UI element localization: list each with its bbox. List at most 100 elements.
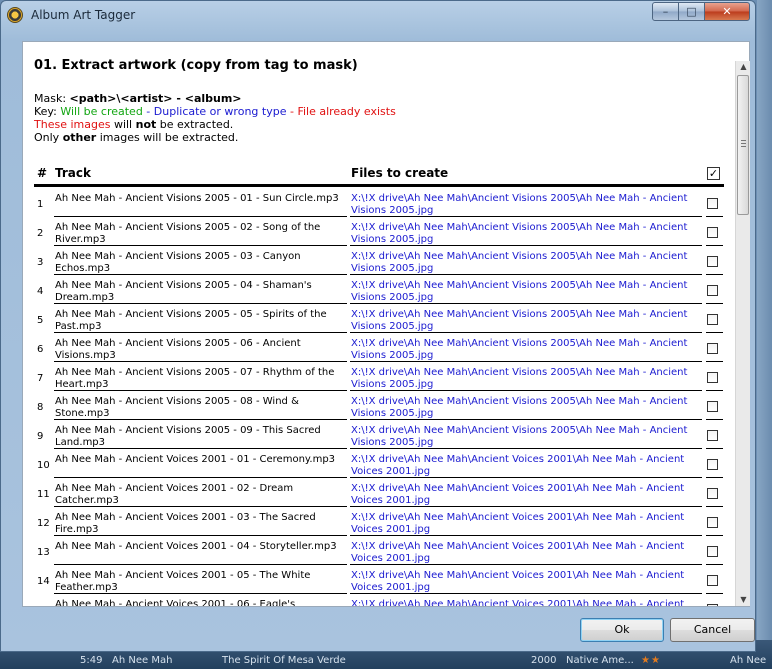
row-checkbox[interactable] xyxy=(707,546,718,557)
row-checkbox[interactable] xyxy=(707,459,718,470)
mask-label: Mask: xyxy=(34,92,70,105)
row-divider xyxy=(350,506,702,507)
row-checkbox[interactable] xyxy=(707,198,718,209)
mask-line: Mask: <path>\<artist> - <album> xyxy=(34,92,242,105)
row-divider xyxy=(706,535,723,536)
row-divider xyxy=(706,216,723,217)
row-checkbox[interactable] xyxy=(707,430,718,441)
close-button[interactable]: ✕ xyxy=(704,2,750,21)
window-title: Album Art Tagger xyxy=(31,8,136,22)
row-track-name: Ah Nee Mah - Ancient Visions 2005 - 07 -… xyxy=(55,367,335,390)
key-will-be-created: Will be created xyxy=(60,105,143,118)
table-row[interactable]: 4 Ah Nee Mah - Ancient Visions 2005 - 04 … xyxy=(34,276,724,305)
row-checkbox[interactable] xyxy=(707,227,718,238)
table-row[interactable]: 14 Ah Nee Mah - Ancient Voices 2001 - 05 … xyxy=(34,566,724,595)
row-track-name: Ah Nee Mah - Ancient Visions 2005 - 02 -… xyxy=(55,222,321,245)
row-divider xyxy=(350,361,702,362)
row-divider xyxy=(54,535,347,536)
row-checkbox[interactable] xyxy=(707,343,718,354)
title-bar[interactable]: Album Art Tagger – □ ✕ xyxy=(1,1,757,31)
column-header-files[interactable]: Files to create xyxy=(351,166,448,180)
table-row[interactable]: 2 Ah Nee Mah - Ancient Visions 2005 - 02 … xyxy=(34,218,724,247)
cancel-label: Cancel xyxy=(693,623,732,636)
row-file-path: X:\!X drive\Ah Nee Mah\Ancient Voices 20… xyxy=(351,512,685,535)
row-divider xyxy=(350,477,702,478)
row-divider xyxy=(54,361,347,362)
table-row[interactable]: 15 Ah Nee Mah - Ancient Voices 2001 - 06 … xyxy=(34,595,724,606)
maximize-button[interactable]: □ xyxy=(678,2,705,21)
table-row[interactable]: 7 Ah Nee Mah - Ancient Visions 2005 - 07 … xyxy=(34,363,724,392)
row-divider xyxy=(54,477,347,478)
note-not-extracted: These images will not be extracted. xyxy=(34,118,233,131)
table-row[interactable]: 8 Ah Nee Mah - Ancient Visions 2005 - 08 … xyxy=(34,392,724,421)
select-all-checkbox[interactable]: ✓ xyxy=(707,167,720,180)
row-divider xyxy=(54,506,347,507)
row-checkbox[interactable] xyxy=(707,285,718,296)
row-number: 2 xyxy=(37,228,44,239)
row-checkbox[interactable] xyxy=(707,604,718,606)
table-row[interactable]: 9 Ah Nee Mah - Ancient Visions 2005 - 09 … xyxy=(34,421,724,450)
row-divider xyxy=(706,448,723,449)
row-divider xyxy=(706,419,723,420)
key-label: Key: xyxy=(34,105,61,118)
bg-title: The Spirit Of Mesa Verde xyxy=(222,655,346,666)
row-divider xyxy=(54,419,347,420)
bg-year: 2000 xyxy=(531,655,557,666)
row-divider xyxy=(350,332,702,333)
scroll-up-arrow-icon[interactable]: ▲ xyxy=(737,61,750,73)
note2-end: images will be extracted. xyxy=(96,131,239,144)
minimize-button[interactable]: – xyxy=(652,2,679,21)
row-checkbox[interactable] xyxy=(707,488,718,499)
row-checkbox[interactable] xyxy=(707,372,718,383)
key-sep2: - xyxy=(286,105,298,118)
table-row[interactable]: 13 Ah Nee Mah - Ancient Voices 2001 - 04 … xyxy=(34,537,724,566)
table-row[interactable]: 5 Ah Nee Mah - Ancient Visions 2005 - 05 … xyxy=(34,305,724,334)
scrollbar-thumb[interactable] xyxy=(737,75,749,215)
column-header-track[interactable]: Track xyxy=(55,166,91,180)
row-file-path: X:\!X drive\Ah Nee Mah\Ancient Voices 20… xyxy=(351,541,685,564)
row-divider xyxy=(54,303,347,304)
bg-time: 5:49 xyxy=(80,655,103,666)
row-track-name: Ah Nee Mah - Ancient Voices 2001 - 05 - … xyxy=(55,570,311,593)
scroll-down-arrow-icon[interactable]: ▼ xyxy=(737,594,750,606)
cancel-button[interactable]: Cancel xyxy=(670,618,755,642)
row-checkbox[interactable] xyxy=(707,517,718,528)
row-number: 5 xyxy=(37,315,44,326)
background-window-edge xyxy=(757,0,772,640)
row-divider xyxy=(706,361,723,362)
note2-bold: other xyxy=(62,131,97,144)
row-divider xyxy=(706,593,723,594)
row-checkbox[interactable] xyxy=(707,401,718,412)
row-track-name: Ah Nee Mah - Ancient Visions 2005 - 04 -… xyxy=(55,280,312,303)
row-divider xyxy=(54,390,347,391)
key-line: Key: Will be created - Duplicate or wron… xyxy=(34,105,396,118)
row-checkbox[interactable] xyxy=(707,314,718,325)
row-file-path: X:\!X drive\Ah Nee Mah\Ancient Voices 20… xyxy=(351,570,685,593)
table-row[interactable]: 6 Ah Nee Mah - Ancient Visions 2005 - 06 … xyxy=(34,334,724,363)
row-checkbox[interactable] xyxy=(707,575,718,586)
row-divider xyxy=(350,448,702,449)
row-divider xyxy=(54,564,347,565)
page-title: 01. Extract artwork (copy from tag to ma… xyxy=(34,58,358,73)
ok-button[interactable]: Ok xyxy=(580,618,664,642)
row-number: 12 xyxy=(37,518,50,529)
row-number: 1 xyxy=(37,199,44,210)
vertical-scrollbar[interactable]: ▲ ▼ xyxy=(735,61,750,606)
column-header-num[interactable]: # xyxy=(37,166,47,180)
note1-end: be extracted. xyxy=(156,118,234,131)
row-divider xyxy=(54,216,347,217)
table-row[interactable]: 12 Ah Nee Mah - Ancient Voices 2001 - 03 … xyxy=(34,508,724,537)
row-file-path: X:\!X drive\Ah Nee Mah\Ancient Visions 2… xyxy=(351,396,688,419)
key-duplicate: Duplicate or wrong type xyxy=(153,105,287,118)
table-row[interactable]: 10 Ah Nee Mah - Ancient Voices 2001 - 01 … xyxy=(34,450,724,479)
row-track-name: Ah Nee Mah - Ancient Visions 2005 - 01 -… xyxy=(55,193,339,204)
row-number: 15 xyxy=(37,605,50,606)
table-row[interactable]: 11 Ah Nee Mah - Ancient Voices 2001 - 02 … xyxy=(34,479,724,508)
row-checkbox[interactable] xyxy=(707,256,718,267)
row-divider xyxy=(350,303,702,304)
row-divider xyxy=(350,419,702,420)
row-number: 13 xyxy=(37,547,50,558)
table-row[interactable]: 3 Ah Nee Mah - Ancient Visions 2005 - 03 … xyxy=(34,247,724,276)
row-file-path: X:\!X drive\Ah Nee Mah\Ancient Visions 2… xyxy=(351,367,688,390)
table-row[interactable]: 1 Ah Nee Mah - Ancient Visions 2005 - 01 … xyxy=(34,189,724,218)
